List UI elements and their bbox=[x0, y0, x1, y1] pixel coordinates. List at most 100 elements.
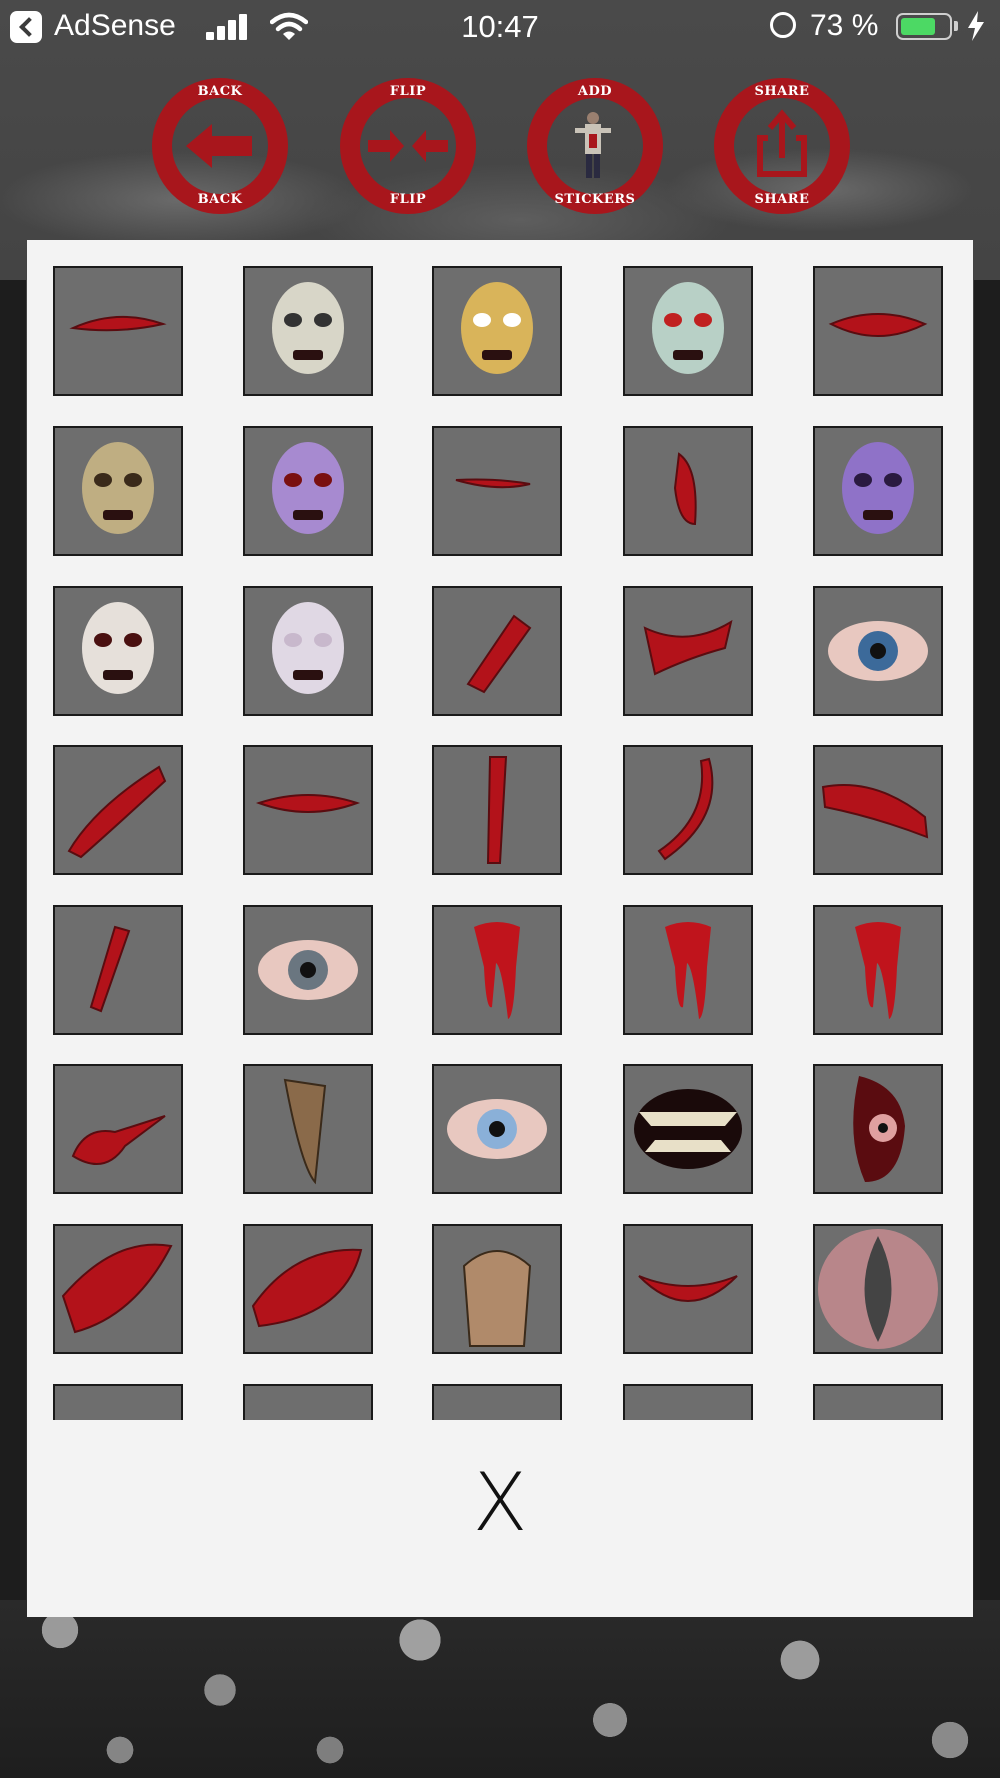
bloody-zombie-mask-icon bbox=[82, 602, 154, 694]
add-label-bottom: STICKERS bbox=[554, 192, 636, 207]
blind-blue-eye-icon bbox=[447, 1099, 547, 1159]
lens-1-icon bbox=[55, 1386, 181, 1420]
sticker-blind-blue-eye[interactable] bbox=[432, 1064, 562, 1194]
sticker-lip-wound[interactable] bbox=[813, 266, 943, 396]
sticker-vampire-mask[interactable] bbox=[623, 266, 753, 396]
lens-5-icon bbox=[815, 1386, 941, 1420]
bloodshot-eye-icon bbox=[828, 621, 928, 681]
share-label-bottom: SHARE bbox=[754, 192, 810, 207]
background-pole-right bbox=[974, 280, 1000, 1610]
bloody-teeth-icon bbox=[638, 1275, 738, 1302]
sticker-purple-ghoul-mask[interactable] bbox=[813, 426, 943, 556]
monster-mouth-icon bbox=[634, 1089, 742, 1169]
blood-splash-icon bbox=[71, 1115, 166, 1165]
stitched-scar-icon bbox=[486, 756, 508, 864]
share-label-top: SHARE bbox=[754, 84, 810, 99]
blood-splatter-icon bbox=[855, 922, 901, 1019]
sticker-lens-5[interactable] bbox=[813, 1384, 943, 1420]
battery-percent: 73 % bbox=[810, 9, 879, 42]
sticker-ugly-goblin-mask[interactable] bbox=[432, 266, 562, 396]
battery-icon bbox=[896, 13, 952, 40]
sticker-lens-3[interactable] bbox=[432, 1384, 562, 1420]
back-label-bottom: BACK bbox=[197, 192, 243, 207]
torn-flesh-wound-icon bbox=[643, 619, 733, 676]
blood-drips-icon bbox=[665, 922, 711, 1019]
sticker-rotten-flesh[interactable] bbox=[243, 1064, 373, 1194]
toolbar: BACK BACK FLIP FLIP ADD STICKERS SHARE S… bbox=[0, 78, 1000, 214]
rotten-flesh-icon bbox=[283, 1078, 327, 1185]
lens-3-icon bbox=[434, 1386, 560, 1420]
sticker-burn-wound[interactable] bbox=[53, 745, 183, 875]
deep-gash-icon bbox=[61, 1243, 173, 1334]
pale-alien-mask-icon bbox=[272, 602, 344, 694]
flip-label-bottom: FLIP bbox=[389, 192, 427, 207]
sticker-stitched-scar[interactable] bbox=[432, 745, 562, 875]
sticker-monster-mouth[interactable] bbox=[623, 1064, 753, 1194]
sticker-grid[interactable] bbox=[27, 240, 973, 1420]
charging-bolt-icon bbox=[968, 11, 984, 41]
sticker-bloody-zombie-mask[interactable] bbox=[53, 586, 183, 716]
sticker-purple-zombie-mask[interactable] bbox=[243, 426, 373, 556]
sticker-picker-panel: X bbox=[27, 240, 973, 1617]
sticker-small-cut[interactable] bbox=[432, 426, 562, 556]
sticker-scratch-wound[interactable] bbox=[432, 586, 562, 716]
gash-wound-icon bbox=[673, 452, 697, 526]
sticker-blood-drips[interactable] bbox=[623, 905, 753, 1035]
sticker-cat-eye-lens[interactable] bbox=[813, 1224, 943, 1354]
cat-eye-lens-icon bbox=[818, 1229, 938, 1349]
sticker-skull-jaw[interactable] bbox=[432, 1224, 562, 1354]
sticker-torn-flesh-wound[interactable] bbox=[623, 586, 753, 716]
double-cut-icon bbox=[89, 925, 131, 1013]
sticker-double-cut[interactable] bbox=[53, 905, 183, 1035]
flip-button[interactable]: FLIP FLIP bbox=[340, 78, 476, 214]
rotting-eye-socket-icon bbox=[853, 1076, 905, 1182]
sticker-blood-drip[interactable] bbox=[432, 905, 562, 1035]
skull-mask-icon bbox=[272, 282, 344, 374]
sticker-skull-mask[interactable] bbox=[243, 266, 373, 396]
torn-gash-icon bbox=[251, 1248, 363, 1328]
blood-smear-icon bbox=[821, 784, 929, 839]
sticker-torn-gash[interactable] bbox=[243, 1224, 373, 1354]
skull-jaw-icon bbox=[462, 1250, 532, 1347]
purple-ghoul-mask-icon bbox=[842, 442, 914, 534]
close-button[interactable]: X bbox=[450, 1458, 550, 1548]
back-label-top: BACK bbox=[197, 84, 243, 99]
sticker-blood-smear[interactable] bbox=[813, 745, 943, 875]
stitched-lips-icon bbox=[255, 794, 361, 813]
sticker-lens-2[interactable] bbox=[243, 1384, 373, 1420]
back-button[interactable]: BACK BACK bbox=[152, 78, 288, 214]
vampire-mask-icon bbox=[652, 282, 724, 374]
alarm-icon bbox=[770, 12, 796, 38]
blood-drip-icon bbox=[474, 922, 520, 1019]
sticker-blood-splatter[interactable] bbox=[813, 905, 943, 1035]
background-pole-left bbox=[0, 280, 26, 1610]
burn-wound-icon bbox=[67, 765, 167, 859]
share-button[interactable]: SHARE SHARE bbox=[714, 78, 850, 214]
claw-scar-icon bbox=[657, 757, 714, 861]
slash-wound-icon bbox=[69, 315, 167, 332]
add-label-top: ADD bbox=[577, 84, 613, 99]
add-stickers-button[interactable]: ADD STICKERS bbox=[527, 78, 663, 214]
sticker-gash-wound[interactable] bbox=[623, 426, 753, 556]
scratch-wound-icon bbox=[466, 614, 532, 694]
background-floor bbox=[0, 1600, 1000, 1778]
lens-2-icon bbox=[245, 1386, 371, 1420]
sticker-slash-wound[interactable] bbox=[53, 266, 183, 396]
sticker-pale-alien-mask[interactable] bbox=[243, 586, 373, 716]
status-bar: AdSense 10:47 73 % bbox=[0, 0, 1000, 54]
ugly-goblin-mask-icon bbox=[461, 282, 533, 374]
grey-eye-icon bbox=[258, 940, 358, 1000]
sticker-blood-splash[interactable] bbox=[53, 1064, 183, 1194]
sticker-lens-1[interactable] bbox=[53, 1384, 183, 1420]
purple-zombie-mask-icon bbox=[272, 442, 344, 534]
sticker-rotting-eye-socket[interactable] bbox=[813, 1064, 943, 1194]
sticker-bloody-teeth[interactable] bbox=[623, 1224, 753, 1354]
sticker-deep-gash[interactable] bbox=[53, 1224, 183, 1354]
sticker-grey-eye[interactable] bbox=[243, 905, 373, 1035]
sticker-lens-4[interactable] bbox=[623, 1384, 753, 1420]
sticker-stitched-lips[interactable] bbox=[243, 745, 373, 875]
sticker-bloodshot-eye[interactable] bbox=[813, 586, 943, 716]
sticker-mummy-mask[interactable] bbox=[53, 426, 183, 556]
small-cut-icon bbox=[455, 478, 531, 489]
sticker-claw-scar[interactable] bbox=[623, 745, 753, 875]
